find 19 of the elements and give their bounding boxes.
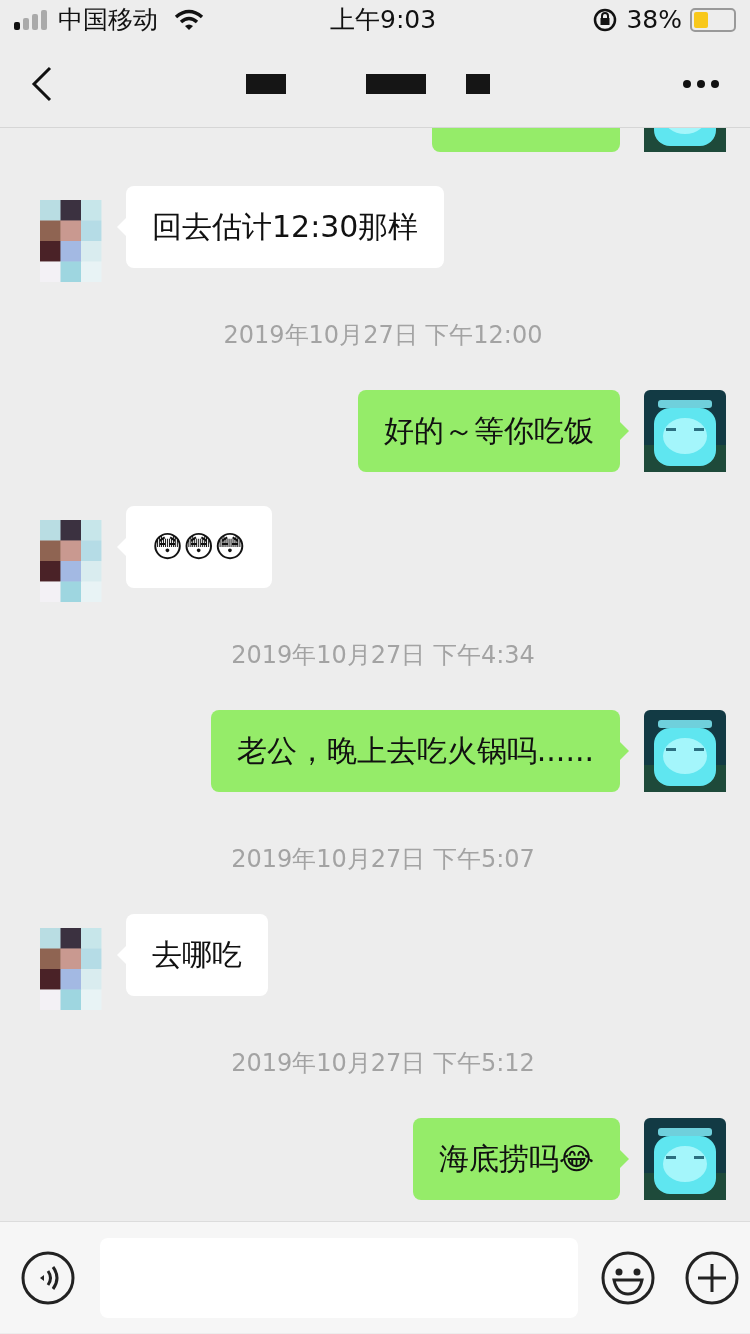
emoji-icon[interactable] [600, 1249, 656, 1306]
battery-percent: 38% [626, 4, 682, 37]
timestamp: 2019年10月27日 下午5:12 [230, 1048, 536, 1079]
redaction-block [466, 73, 490, 94]
battery-icon [690, 8, 736, 32]
more-icon[interactable] [682, 78, 720, 89]
timestamp: 2019年10月27日 下午4:34 [230, 640, 536, 671]
redaction-block [246, 73, 286, 94]
voice-icon[interactable] [20, 1249, 76, 1306]
timestamp: 2019年10月27日 下午12:00 [222, 320, 544, 351]
carrier-name: 中国移动 [58, 4, 158, 37]
wifi-icon [174, 9, 204, 31]
redaction-block [366, 73, 426, 94]
timestamp: 2019年10月27日 下午5:07 [230, 844, 536, 875]
status-time: 上午9:03 [330, 4, 437, 37]
add-icon[interactable] [684, 1249, 740, 1306]
signal-icon [14, 10, 50, 30]
back-icon[interactable] [30, 65, 54, 102]
rotation-lock-icon [592, 7, 619, 33]
